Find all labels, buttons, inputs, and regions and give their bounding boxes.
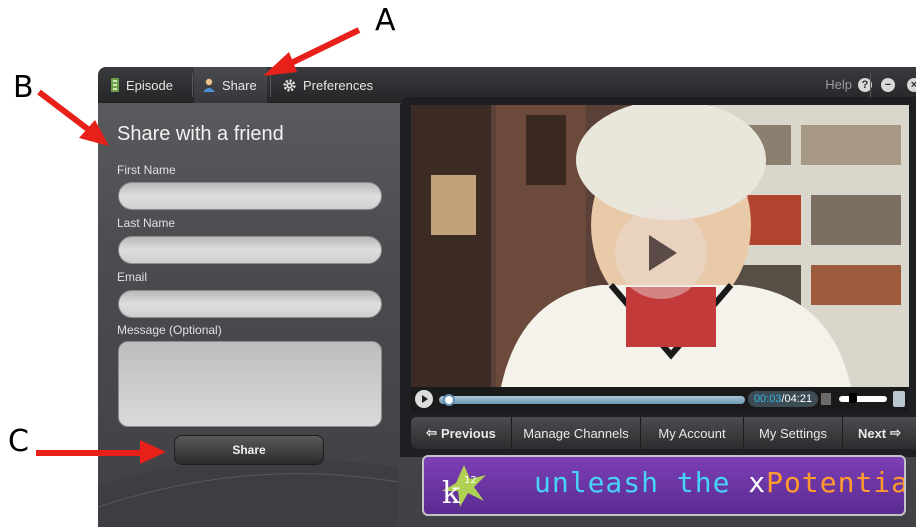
slogan-x: x [748, 466, 767, 499]
person-icon [203, 78, 215, 92]
seek-handle[interactable] [442, 394, 455, 406]
message-textarea[interactable] [118, 341, 382, 427]
tab-episode[interactable]: Episode [108, 67, 183, 103]
play-icon [649, 235, 677, 271]
arrow-left-icon: ⇦ [426, 425, 437, 440]
next-label: Next [857, 425, 887, 441]
video-controls: 00:03/04:21 [411, 387, 909, 411]
email-field[interactable] [118, 290, 382, 318]
close-button[interactable]: × [907, 78, 916, 92]
minimize-button[interactable]: − [881, 78, 895, 92]
my-account-button[interactable]: My Account [641, 417, 743, 449]
arrow-right-icon: ⇨ [890, 425, 902, 440]
annotation-c: C [8, 424, 29, 459]
email-input[interactable] [119, 291, 381, 317]
time-display: 00:03/04:21 [748, 391, 818, 407]
last-name-label: Last Name [117, 216, 176, 230]
share-submit-button[interactable]: Share [174, 435, 324, 465]
volume-slider[interactable] [839, 396, 887, 402]
k12-logo: k 12 [442, 465, 486, 511]
help-label: Help [825, 77, 852, 92]
fullscreen-button[interactable] [893, 391, 905, 407]
play-icon [422, 395, 428, 403]
total-time: 04:21 [784, 393, 813, 405]
my-settings-button[interactable]: My Settings [744, 417, 842, 449]
k12-logo-letter: k [442, 476, 461, 511]
last-name-input[interactable] [119, 237, 381, 263]
annotation-arrow-b [37, 89, 109, 146]
first-name-field[interactable] [118, 182, 382, 210]
tab-divider [192, 73, 193, 97]
seek-bar[interactable] [439, 394, 745, 406]
annotation-b: B [13, 70, 34, 105]
app-window: Episode Share Preferences Help ? − × Sha… [98, 67, 916, 527]
share-form-title: Share with a friend [117, 123, 284, 145]
next-button[interactable]: Next ⇨ [843, 417, 916, 449]
annotation-arrow-c [36, 440, 166, 464]
help-link[interactable]: Help ? [825, 77, 872, 92]
tab-share-label: Share [222, 77, 257, 93]
promo-banner[interactable]: k 12 unleash the xPotentialTM [422, 455, 906, 516]
volume-icon[interactable] [821, 393, 831, 405]
first-name-input[interactable] [119, 183, 381, 209]
k12-logo-number: 12 [464, 475, 477, 486]
first-name-label: First Name [117, 163, 176, 177]
channel-nav-bar: ⇦ Previous Manage Channels My Account My… [411, 417, 916, 449]
manage-channels-button[interactable]: Manage Channels [512, 417, 640, 449]
header-divider [870, 73, 871, 97]
slogan-potential: Potential [766, 466, 904, 499]
banner-slogan: unleash the xPotentialTM [534, 466, 904, 499]
play-button[interactable] [415, 390, 433, 408]
annotation-a: A [375, 3, 396, 38]
previous-button[interactable]: ⇦ Previous [411, 417, 511, 449]
big-play-button[interactable] [615, 207, 707, 299]
slogan-part1: unleash the [534, 466, 749, 499]
email-label: Email [117, 270, 148, 284]
message-label: Message (Optional) [117, 323, 222, 337]
last-name-field[interactable] [118, 236, 382, 264]
tab-episode-label: Episode [126, 77, 173, 93]
current-time: 00:03 [753, 393, 782, 405]
volume-handle[interactable] [849, 393, 857, 403]
annotation-arrow-a [263, 27, 361, 76]
previous-label: Previous [440, 425, 496, 441]
